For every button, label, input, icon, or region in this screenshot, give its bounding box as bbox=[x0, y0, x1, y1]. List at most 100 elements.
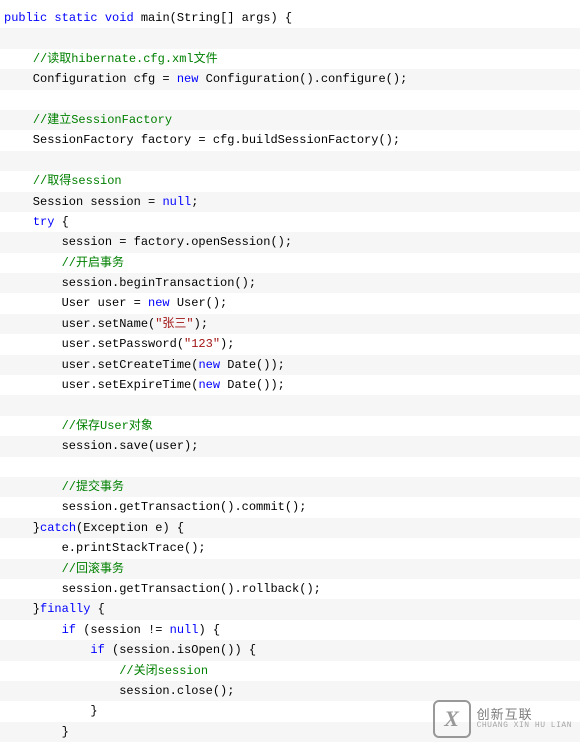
code-token-plain bbox=[4, 664, 119, 678]
code-token-plain: { bbox=[90, 602, 104, 616]
code-token-plain bbox=[4, 174, 33, 188]
code-token-plain: { bbox=[54, 215, 68, 229]
watermark-brand-en: CHUANG XIN HU LIAN bbox=[477, 722, 572, 731]
code-token-kw: null bbox=[162, 195, 191, 209]
code-line: User user = new User(); bbox=[0, 293, 580, 313]
code-token-plain: user.setExpireTime( bbox=[4, 378, 198, 392]
code-line: if (session.isOpen()) { bbox=[0, 640, 580, 660]
code-token-plain: Configuration cfg = bbox=[4, 72, 177, 86]
code-line bbox=[0, 90, 580, 110]
code-token-str: "张三" bbox=[155, 317, 193, 331]
code-token-plain: ; bbox=[191, 195, 198, 209]
code-token-cm: //读取hibernate.cfg.xml文件 bbox=[33, 52, 218, 66]
code-token-kw: new bbox=[198, 378, 220, 392]
code-line: session.save(user); bbox=[0, 436, 580, 456]
code-token-plain bbox=[4, 643, 90, 657]
code-token-plain: (Exception e) { bbox=[76, 521, 184, 535]
code-line: SessionFactory factory = cfg.buildSessio… bbox=[0, 130, 580, 150]
code-line: //开启事务 bbox=[0, 253, 580, 273]
code-token-plain: Date()); bbox=[220, 358, 285, 372]
code-token-kw: void bbox=[105, 11, 134, 25]
code-token-plain: user.setName( bbox=[4, 317, 155, 331]
code-token-plain bbox=[4, 256, 62, 270]
code-line: }catch(Exception e) { bbox=[0, 518, 580, 538]
code-token-plain: ) { bbox=[198, 623, 220, 637]
code-line: //提交事务 bbox=[0, 477, 580, 497]
code-token-plain bbox=[4, 52, 33, 66]
code-line: //保存User对象 bbox=[0, 416, 580, 436]
code-token-plain bbox=[4, 623, 62, 637]
code-token-kw: finally bbox=[40, 602, 90, 616]
code-line: session = factory.openSession(); bbox=[0, 232, 580, 252]
code-line: e.printStackTrace(); bbox=[0, 538, 580, 558]
watermark-logo: X bbox=[433, 700, 471, 738]
code-line: try { bbox=[0, 212, 580, 232]
code-token-plain: ); bbox=[194, 317, 208, 331]
code-block: public static void main(String[] args) {… bbox=[0, 0, 580, 750]
code-token-kw: new bbox=[177, 72, 199, 86]
code-line: //读取hibernate.cfg.xml文件 bbox=[0, 49, 580, 69]
code-token-plain: user.setCreateTime( bbox=[4, 358, 198, 372]
code-token-plain: session.getTransaction().commit(); bbox=[4, 500, 306, 514]
code-token-plain bbox=[4, 419, 62, 433]
code-token-cm: //关闭session bbox=[119, 664, 208, 678]
code-token-plain: } bbox=[4, 602, 40, 616]
code-line bbox=[0, 28, 580, 48]
code-token-plain: session.save(user); bbox=[4, 439, 198, 453]
code-token-kw: if bbox=[62, 623, 76, 637]
code-line: session.getTransaction().commit(); bbox=[0, 497, 580, 517]
code-token-plain bbox=[4, 480, 62, 494]
code-line: session.getTransaction().rollback(); bbox=[0, 579, 580, 599]
code-token-plain bbox=[4, 113, 33, 127]
code-token-kw: public bbox=[4, 11, 47, 25]
code-token-cm: //建立SessionFactory bbox=[33, 113, 172, 127]
code-line bbox=[0, 457, 580, 477]
code-token-kw: if bbox=[90, 643, 104, 657]
code-token-cm: //保存User对象 bbox=[62, 419, 153, 433]
watermark-brand: 创新互联 CHUANG XIN HU LIAN bbox=[477, 708, 572, 731]
code-token-cm: //取得session bbox=[33, 174, 122, 188]
code-token-plain: (session != bbox=[76, 623, 170, 637]
code-line: //关闭session bbox=[0, 661, 580, 681]
watermark-logo-text: X bbox=[444, 700, 459, 737]
code-line: //取得session bbox=[0, 171, 580, 191]
code-token-kw: new bbox=[148, 296, 170, 310]
code-token-plain: (session.isOpen()) { bbox=[105, 643, 256, 657]
code-line: Session session = null; bbox=[0, 192, 580, 212]
code-line: session.beginTransaction(); bbox=[0, 273, 580, 293]
code-token-plain: } bbox=[4, 521, 40, 535]
code-token-plain: User user = bbox=[4, 296, 148, 310]
code-line bbox=[0, 151, 580, 171]
code-token-plain: Session session = bbox=[4, 195, 162, 209]
code-token-plain: User(); bbox=[170, 296, 228, 310]
code-token-cm: //回滚事务 bbox=[62, 562, 124, 576]
watermark: X 创新互联 CHUANG XIN HU LIAN bbox=[433, 700, 572, 738]
code-token-plain: session = factory.openSession(); bbox=[4, 235, 292, 249]
code-line bbox=[0, 395, 580, 415]
code-token-kw: catch bbox=[40, 521, 76, 535]
code-line: user.setCreateTime(new Date()); bbox=[0, 355, 580, 375]
code-token-plain: Configuration().configure(); bbox=[198, 72, 407, 86]
code-line: //回滚事务 bbox=[0, 559, 580, 579]
code-token-plain bbox=[4, 215, 33, 229]
code-token-plain: session.beginTransaction(); bbox=[4, 276, 256, 290]
code-line: session.close(); bbox=[0, 681, 580, 701]
code-line: Configuration cfg = new Configuration().… bbox=[0, 69, 580, 89]
code-token-cm: //提交事务 bbox=[62, 480, 124, 494]
code-token-kw: try bbox=[33, 215, 55, 229]
code-line: user.setExpireTime(new Date()); bbox=[0, 375, 580, 395]
code-token-plain: SessionFactory factory = cfg.buildSessio… bbox=[4, 133, 400, 147]
code-token-kw: new bbox=[198, 358, 220, 372]
code-token-plain bbox=[4, 562, 62, 576]
code-token-kw: null bbox=[170, 623, 199, 637]
code-line: if (session != null) { bbox=[0, 620, 580, 640]
watermark-brand-cn: 创新互联 bbox=[477, 708, 572, 722]
code-token-plain: session.close(); bbox=[4, 684, 234, 698]
code-token-plain: main(String[] args) { bbox=[134, 11, 292, 25]
code-token-plain: } bbox=[4, 725, 69, 739]
code-line: public static void main(String[] args) { bbox=[0, 8, 580, 28]
code-token-plain: e.printStackTrace(); bbox=[4, 541, 206, 555]
code-token-kw: static bbox=[54, 11, 97, 25]
code-token-str: "123" bbox=[184, 337, 220, 351]
code-line: //建立SessionFactory bbox=[0, 110, 580, 130]
